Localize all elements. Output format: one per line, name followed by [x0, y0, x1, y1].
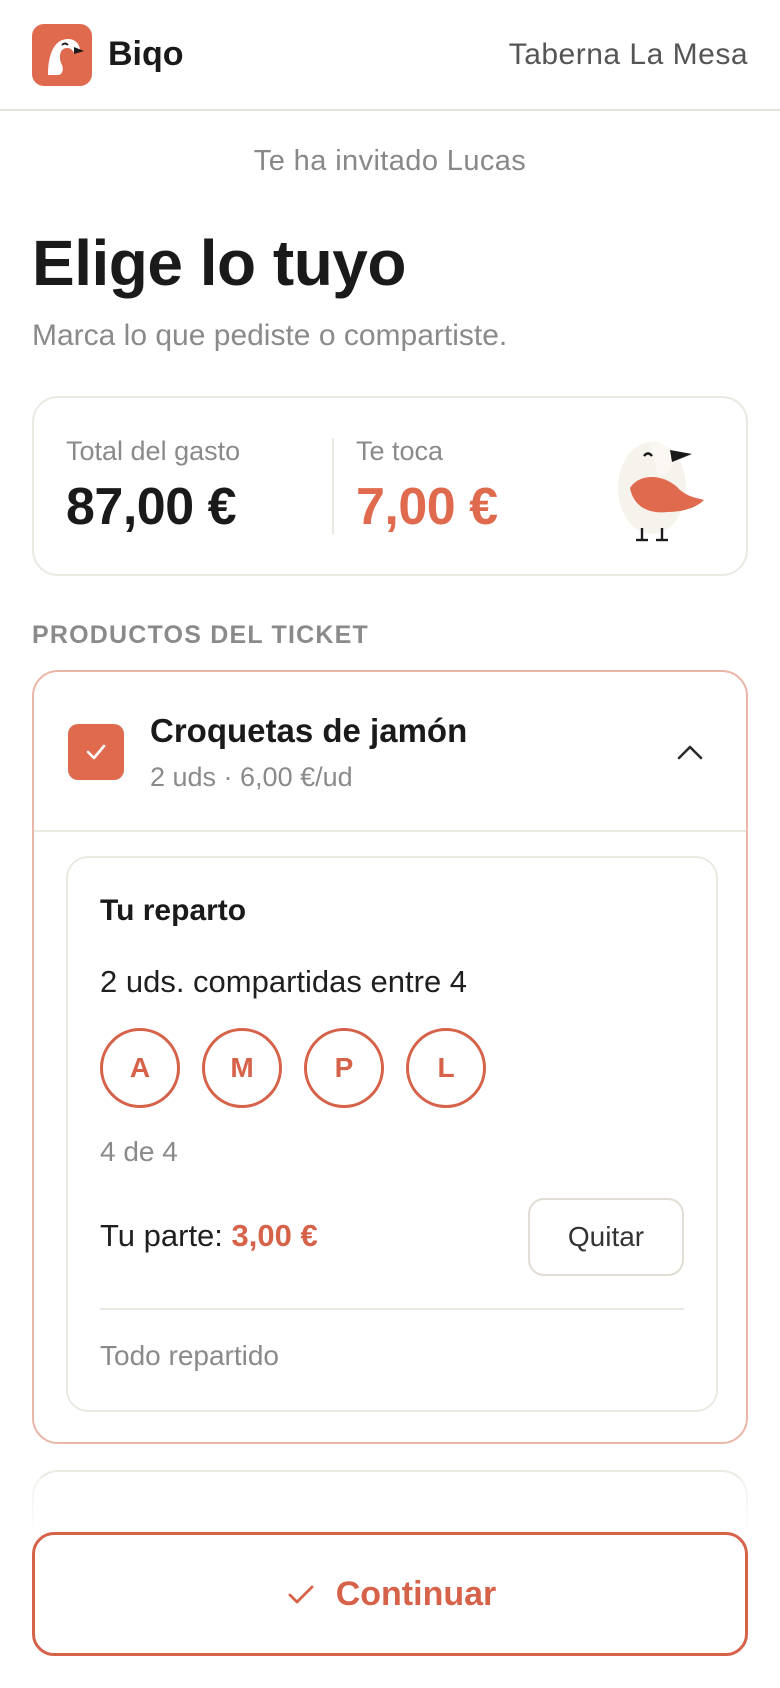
product-checkbox[interactable]	[68, 724, 124, 780]
product-card: Croquetas de jamón 2 uds · 6,00 €/ud Tu …	[32, 670, 748, 1444]
share-value: 7,00 €	[356, 478, 498, 536]
checkmark-icon	[86, 744, 106, 760]
brand-name: Biqo	[108, 35, 184, 73]
product-meta: 2 uds · 6,00 €/ud	[150, 762, 353, 792]
summary-card: Total del gasto 87,00 € Te toca 7,00 €	[32, 396, 748, 576]
split-panel: Tu reparto 2 uds. compartidas entre 4 A …	[66, 856, 718, 1412]
split-status: Todo repartido	[100, 1340, 280, 1371]
invite-text: Te ha invitado Lucas	[253, 145, 527, 177]
product-header[interactable]: Croquetas de jamón 2 uds · 6,00 €/ud	[34, 672, 746, 832]
total-label: Total del gasto	[66, 436, 241, 466]
page-title: Elige lo tuyo	[32, 227, 406, 299]
check-icon	[288, 1585, 314, 1604]
product-name: Croquetas de jamón	[150, 712, 468, 749]
chevron-up-icon[interactable]	[670, 732, 710, 772]
split-description: 2 uds. compartidas entre 4	[100, 964, 468, 999]
bird-logo-icon	[32, 23, 92, 86]
share-block: Te toca 7,00 €	[356, 436, 498, 537]
page-subtitle: Marca lo que pediste o compartiste.	[32, 319, 508, 352]
summary-divider	[332, 438, 334, 534]
share-label: Te toca	[356, 436, 444, 466]
scroll-fade	[0, 1478, 780, 1538]
participant-chip[interactable]: L	[406, 1028, 486, 1108]
participant-count: 4 de 4	[100, 1136, 178, 1167]
split-divider	[100, 1308, 684, 1310]
bird-mascot-icon	[618, 441, 704, 542]
participant-chip[interactable]: M	[202, 1028, 282, 1108]
your-part-label: Tu parte:	[100, 1218, 232, 1253]
split-title: Tu reparto	[100, 894, 247, 927]
products-section-label: PRODUCTOS DEL TICKET	[32, 621, 369, 649]
total-value: 87,00 €	[66, 478, 237, 536]
remove-button[interactable]: Quitar	[528, 1198, 684, 1276]
continue-button[interactable]: Continuar	[32, 1532, 748, 1656]
brand[interactable]: Biqo	[32, 23, 184, 86]
app-header: Biqo Taberna La Mesa	[0, 0, 780, 111]
total-block: Total del gasto 87,00 €	[66, 436, 240, 537]
your-part: Tu parte: 3,00 €	[100, 1218, 318, 1254]
participant-chip[interactable]: A	[100, 1028, 180, 1108]
participant-chip[interactable]: P	[304, 1028, 384, 1108]
continue-label: Continuar	[335, 1574, 497, 1613]
your-part-value: 3,00 €	[231, 1218, 318, 1253]
venue-name: Taberna La Mesa	[508, 37, 748, 71]
participant-list: A M P L	[100, 1028, 486, 1108]
